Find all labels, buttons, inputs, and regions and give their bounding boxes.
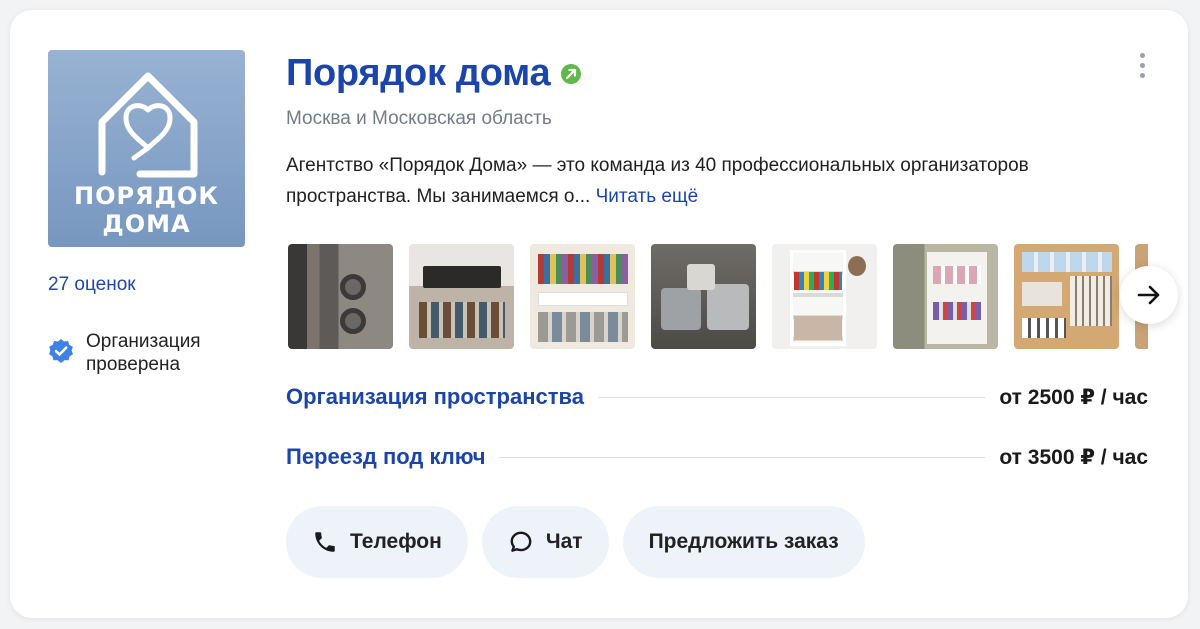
propose-order-button[interactable]: Предложить заказ — [622, 506, 865, 578]
reviews-link[interactable]: 27 оценок — [48, 274, 136, 296]
gallery-photo[interactable] — [772, 244, 877, 349]
service-name[interactable]: Организация пространства — [286, 384, 584, 410]
service-row: Переезд под ключ от 3500 ₽ / час — [286, 444, 1148, 470]
business-card: ПОРЯДОК ДОМА 27 оценок Организация прове… — [10, 10, 1188, 618]
dotted-leader — [499, 457, 986, 458]
business-region: Москва и Московская область — [286, 108, 552, 129]
business-title[interactable]: Порядок дома — [286, 52, 551, 95]
phone-icon — [315, 532, 335, 552]
action-buttons: Телефон Чат Предложить заказ — [286, 506, 865, 578]
arrow-up-right-badge-icon — [561, 63, 582, 84]
verified-label: Организация проверена — [86, 331, 201, 375]
gallery-photo[interactable] — [893, 244, 998, 349]
gallery-next-button[interactable] — [1120, 266, 1178, 324]
photo-gallery — [288, 244, 1148, 350]
service-price: от 3500 ₽ / час — [999, 446, 1148, 469]
gallery-photo[interactable] — [409, 244, 514, 349]
read-more-link[interactable]: Читать ещё — [596, 186, 699, 207]
dot-icon — [1139, 52, 1145, 58]
gallery-photo[interactable] — [651, 244, 756, 349]
verified-status: Организация проверена — [48, 330, 236, 376]
gallery-photo[interactable] — [530, 244, 635, 349]
business-logo[interactable]: ПОРЯДОК ДОМА — [48, 50, 245, 247]
chat-bubble-icon — [510, 531, 532, 552]
more-options-button[interactable] — [1128, 48, 1156, 82]
propose-order-label: Предложить заказ — [648, 530, 839, 553]
logo-text-line1: ПОРЯДОК — [74, 182, 219, 210]
phone-button[interactable]: Телефон — [286, 506, 468, 578]
dotted-leader — [597, 397, 986, 398]
logo-text-line2: ДОМА — [102, 210, 191, 238]
title-row: Порядок дома — [286, 52, 582, 95]
dot-icon — [1139, 72, 1145, 78]
chat-button-label: Чат — [545, 530, 583, 553]
verified-badge-icon — [49, 339, 73, 363]
phone-button-label: Телефон — [350, 530, 442, 553]
gallery-photo[interactable] — [288, 244, 393, 349]
business-description: Агентство «Порядок Дома» — это команда и… — [286, 150, 1156, 212]
service-row: Организация пространства от 2500 ₽ / час — [286, 384, 1148, 410]
gallery-photo[interactable] — [1014, 244, 1119, 349]
dot-icon — [1139, 62, 1145, 68]
service-price: от 2500 ₽ / час — [999, 386, 1148, 409]
arrow-right-icon — [1137, 285, 1160, 305]
service-name[interactable]: Переезд под ключ — [286, 444, 485, 470]
chat-button[interactable]: Чат — [481, 506, 609, 578]
